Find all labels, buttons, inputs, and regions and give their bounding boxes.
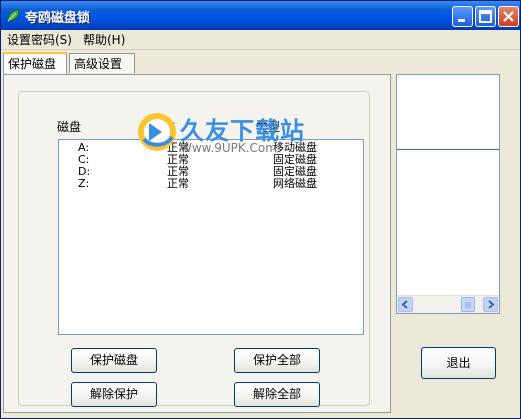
disk-status: 正常 (167, 177, 189, 190)
maximize-icon (479, 10, 492, 23)
minimize-button[interactable] (452, 6, 473, 27)
leaf-icon (7, 9, 20, 22)
scroll-right-button[interactable] (483, 297, 498, 312)
disk-type: 网络磁盘 (273, 177, 317, 190)
list-item[interactable]: A: 正常 移动磁盘 (59, 142, 363, 154)
header-status: 状态 (151, 120, 176, 134)
tab-protect-disk[interactable]: 保护磁盘 (3, 52, 67, 74)
grip-icon (465, 302, 471, 308)
selection-line (397, 149, 499, 150)
disk-groupbox: 磁盘 状态 类型 A: 正常 移动磁盘 C: 正常 固定磁盘 D: 正常 固定磁… (18, 91, 370, 407)
horizontal-scrollbar[interactable] (397, 295, 499, 313)
header-type: 类型 (256, 120, 281, 134)
menu-set-password[interactable]: 设置密码(S) (3, 32, 76, 48)
protect-disk-button[interactable]: 保护磁盘 (71, 348, 157, 373)
disk-letter: Z: (78, 177, 90, 190)
exit-button[interactable]: 退出 (421, 347, 496, 379)
scroll-thumb[interactable] (461, 297, 475, 312)
window-title: 夸鸥磁盘锁 (25, 11, 91, 26)
unprotect-button[interactable]: 解除保护 (71, 382, 157, 407)
menu-bar: 设置密码(S) 帮助(H) (1, 30, 520, 50)
list-item[interactable]: C: 正常 固定磁盘 (59, 154, 363, 166)
chevron-left-icon (401, 300, 408, 309)
close-button[interactable] (498, 6, 519, 27)
app-window: 夸鸥磁盘锁 设置密码(S) 帮助(H) 保护磁盘 高级设置 磁盘 状态 类型 A… (0, 0, 521, 419)
title-bar[interactable]: 夸鸥磁盘锁 (1, 1, 520, 30)
menu-help[interactable]: 帮助(H) (79, 32, 129, 48)
side-panel[interactable] (396, 74, 500, 314)
scroll-left-button[interactable] (398, 297, 413, 312)
disk-list[interactable]: A: 正常 移动磁盘 C: 正常 固定磁盘 D: 正常 固定磁盘 Z: 正常 网… (58, 139, 364, 335)
maximize-button[interactable] (475, 6, 496, 27)
unprotect-all-button[interactable]: 解除全部 (234, 382, 320, 407)
close-icon (503, 11, 514, 22)
list-item[interactable]: Z: 正常 网络磁盘 (59, 178, 363, 190)
tab-panel-protect-disk: 磁盘 状态 类型 A: 正常 移动磁盘 C: 正常 固定磁盘 D: 正常 固定磁… (3, 74, 391, 413)
chevron-right-icon (488, 300, 495, 309)
protect-all-button[interactable]: 保护全部 (234, 348, 320, 373)
header-disk: 磁盘 (57, 120, 82, 134)
minimize-icon (458, 19, 465, 22)
list-item[interactable]: D: 正常 固定磁盘 (59, 166, 363, 178)
tab-advanced-settings[interactable]: 高级设置 (69, 53, 135, 73)
